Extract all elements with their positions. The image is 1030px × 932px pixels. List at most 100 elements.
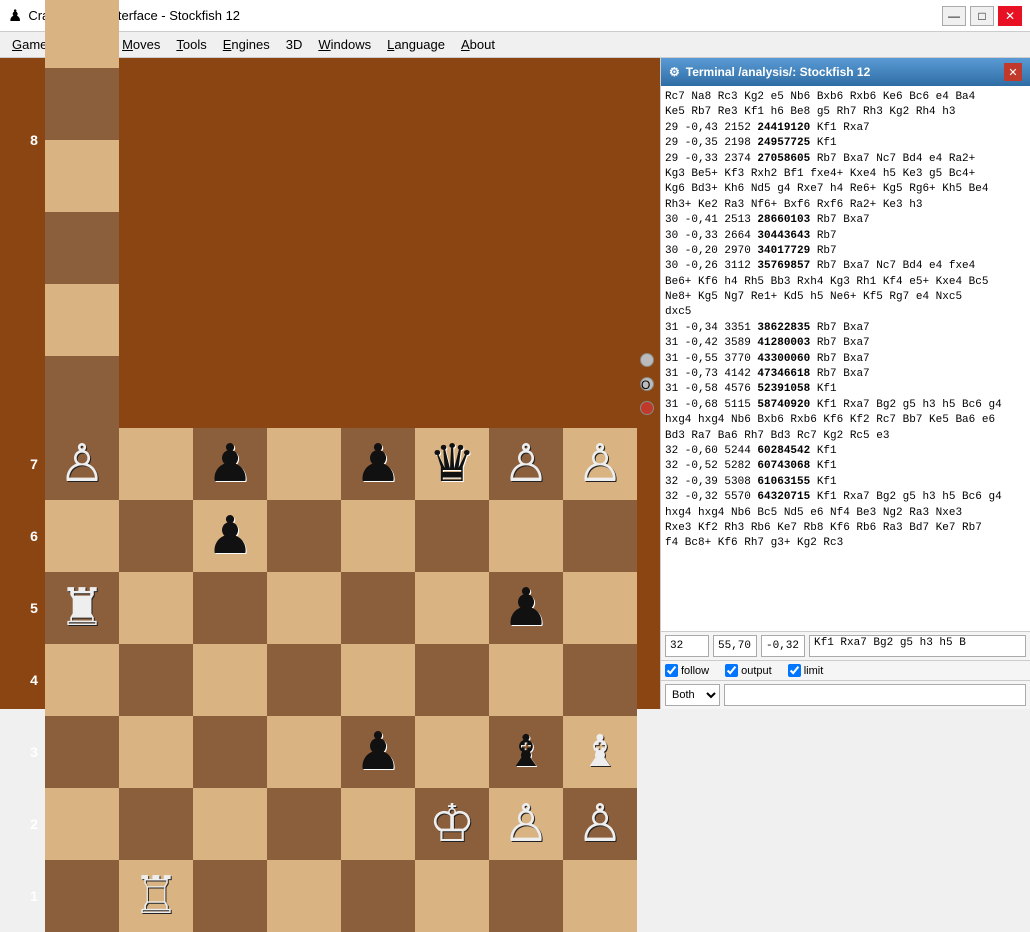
close-button[interactable]: ✕ — [998, 6, 1022, 26]
square-c2[interactable] — [193, 788, 267, 860]
output-checkbox-label[interactable]: output — [725, 664, 772, 677]
square-g1[interactable] — [489, 860, 563, 932]
board-row-4: 4 — [23, 644, 637, 716]
square-g2[interactable]: ♙ — [489, 788, 563, 860]
terminal-panel: ⚙ Terminal /analysis/: Stockfish 12 ✕ Rc… — [660, 58, 1030, 709]
maximize-button[interactable]: □ — [970, 6, 994, 26]
square-f7[interactable]: ♛ — [415, 428, 489, 500]
depth-input[interactable] — [665, 635, 709, 657]
score1-input[interactable] — [713, 635, 757, 657]
follow-checkbox-label[interactable]: follow — [665, 664, 709, 677]
indicator-o: O — [640, 377, 654, 391]
square-e3[interactable]: ♟ — [341, 716, 415, 788]
board-row-3: 3 ♟ ♝ ♝ — [23, 716, 637, 788]
square-a1[interactable] — [45, 860, 119, 932]
square-e6[interactable] — [341, 500, 415, 572]
square-c4[interactable] — [193, 644, 267, 716]
board-rank-3: ♟ ♝ ♝ — [45, 716, 637, 788]
window-controls: — □ ✕ — [942, 6, 1022, 26]
square-d8[interactable] — [45, 68, 119, 140]
square-f5[interactable] — [415, 572, 489, 644]
square-a3[interactable] — [45, 716, 119, 788]
follow-label: follow — [681, 665, 709, 677]
piece-e3: ♟ — [355, 726, 402, 778]
square-a4[interactable] — [45, 644, 119, 716]
piece-c7: ♟ — [207, 438, 254, 490]
square-a5[interactable]: ♜ — [45, 572, 119, 644]
piece-h2: ♙ — [577, 798, 624, 850]
square-e4[interactable] — [341, 644, 415, 716]
terminal-title-left: ⚙ Terminal /analysis/: Stockfish 12 — [669, 65, 870, 79]
square-c7[interactable]: ♟ — [193, 428, 267, 500]
square-d5[interactable] — [267, 572, 341, 644]
square-e7[interactable]: ♟ — [341, 428, 415, 500]
board-row-1: 1 ♖ — [23, 860, 637, 932]
square-e8[interactable] — [45, 140, 119, 212]
square-h7[interactable]: ♙ — [563, 428, 637, 500]
limit-checkbox-label[interactable]: limit — [788, 664, 824, 677]
command-input[interactable] — [724, 684, 1026, 706]
square-g7[interactable]: ♙ — [489, 428, 563, 500]
square-g5[interactable]: ♟ — [489, 572, 563, 644]
minimize-button[interactable]: — — [942, 6, 966, 26]
square-a6[interactable] — [45, 500, 119, 572]
square-h1[interactable] — [563, 860, 637, 932]
square-f8[interactable] — [45, 212, 119, 284]
square-h4[interactable] — [563, 644, 637, 716]
square-c6[interactable]: ♟ — [193, 500, 267, 572]
both-select[interactable]: Both White Black — [665, 684, 720, 706]
square-c3[interactable] — [193, 716, 267, 788]
square-f6[interactable] — [415, 500, 489, 572]
square-b3[interactable] — [119, 716, 193, 788]
square-f2[interactable]: ♔ — [415, 788, 489, 860]
square-h6[interactable] — [563, 500, 637, 572]
square-h5[interactable] — [563, 572, 637, 644]
square-f4[interactable] — [415, 644, 489, 716]
square-e2[interactable] — [341, 788, 415, 860]
square-b5[interactable] — [119, 572, 193, 644]
limit-checkbox[interactable] — [788, 664, 801, 677]
square-b7[interactable] — [119, 428, 193, 500]
square-c1[interactable] — [193, 860, 267, 932]
square-f3[interactable] — [415, 716, 489, 788]
square-g3[interactable]: ♝ — [489, 716, 563, 788]
piece-g7: ♙ — [503, 438, 550, 490]
square-e5[interactable] — [341, 572, 415, 644]
piece-g3: ♝ — [506, 730, 545, 774]
follow-checkbox[interactable] — [665, 664, 678, 677]
square-g6[interactable] — [489, 500, 563, 572]
rank-label-1: 1 — [23, 888, 45, 904]
square-b6[interactable] — [119, 500, 193, 572]
output-checkbox[interactable] — [725, 664, 738, 677]
board-row-5: 5 ♜ ♟ — [23, 572, 637, 644]
terminal-bottom: Both White Black — [661, 680, 1030, 709]
square-d6[interactable] — [267, 500, 341, 572]
score2-input[interactable] — [761, 635, 805, 657]
piece-f2: ♔ — [429, 798, 476, 850]
square-h8[interactable] — [45, 356, 119, 428]
square-d3[interactable] — [267, 716, 341, 788]
square-c8[interactable] — [45, 0, 119, 68]
square-d2[interactable] — [267, 788, 341, 860]
square-d1[interactable] — [267, 860, 341, 932]
square-f1[interactable] — [415, 860, 489, 932]
square-b4[interactable] — [119, 644, 193, 716]
terminal-output[interactable]: Rc7 Na8 Rc3 Kg2 e5 Nb6 Bxb6 Rxb6 Ke6 Bc6… — [661, 86, 1030, 631]
square-h3[interactable]: ♝ — [563, 716, 637, 788]
rank-label-3: 3 — [23, 744, 45, 760]
square-e1[interactable] — [341, 860, 415, 932]
square-d7[interactable] — [267, 428, 341, 500]
square-b2[interactable] — [119, 788, 193, 860]
square-a7[interactable]: ♙ — [45, 428, 119, 500]
board-rank-7: ♙ ♟ ♟ ♛ ♙ ♙ — [45, 428, 637, 500]
square-h2[interactable]: ♙ — [563, 788, 637, 860]
rank-label-6: 6 — [23, 528, 45, 544]
square-g4[interactable] — [489, 644, 563, 716]
square-c5[interactable] — [193, 572, 267, 644]
square-b1[interactable]: ♖ — [119, 860, 193, 932]
square-g8[interactable] — [45, 284, 119, 356]
board-area: A B C D E F G H 8 ♞ — [0, 58, 660, 709]
terminal-close-button[interactable]: ✕ — [1004, 63, 1022, 81]
square-a2[interactable] — [45, 788, 119, 860]
square-d4[interactable] — [267, 644, 341, 716]
